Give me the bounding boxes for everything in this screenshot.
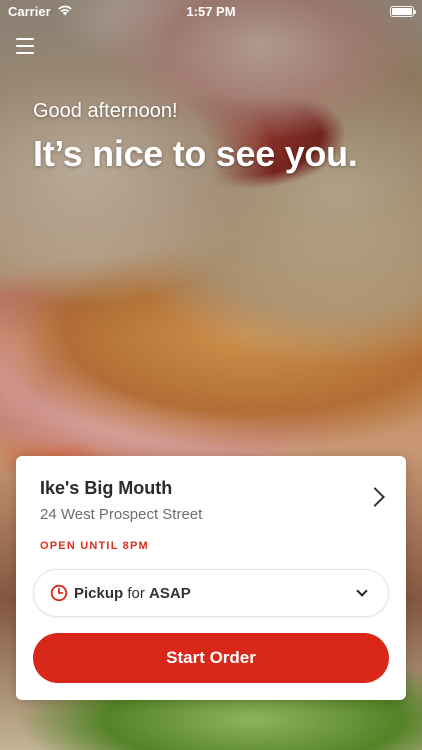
pickup-time-selector[interactable]: Pickup for ASAP	[33, 569, 389, 617]
store-address: 24 West Prospect Street	[40, 506, 203, 523]
chevron-down-icon	[356, 585, 368, 597]
greeting-title: It’s nice to see you.	[33, 133, 358, 174]
store-selector[interactable]: Ike's Big Mouth 24 West Prospect Street	[40, 478, 388, 526]
wifi-icon	[57, 4, 73, 19]
clock-time: 1:57 PM	[186, 3, 236, 19]
clock-icon	[50, 584, 68, 602]
order-connector: for	[127, 584, 145, 602]
order-card: Ike's Big Mouth 24 West Prospect Street …	[16, 456, 406, 700]
status-bar: Carrier 1:57 PM	[0, 0, 422, 22]
greeting-subtitle: Good afternoon!	[33, 100, 178, 122]
start-order-button[interactable]: Start Order	[33, 633, 389, 683]
menu-icon[interactable]	[16, 38, 34, 54]
store-hours: OPEN UNTIL 8PM	[40, 540, 149, 552]
order-method: Pickup	[74, 584, 124, 602]
greeting: Good afternoon! It’s nice to see you.	[33, 100, 358, 175]
pickup-label: Pickup for ASAP	[74, 585, 191, 602]
battery-icon	[390, 5, 416, 17]
store-name: Ike's Big Mouth	[40, 478, 173, 498]
carrier-label: Carrier	[8, 3, 51, 19]
order-time: ASAP	[149, 584, 191, 602]
